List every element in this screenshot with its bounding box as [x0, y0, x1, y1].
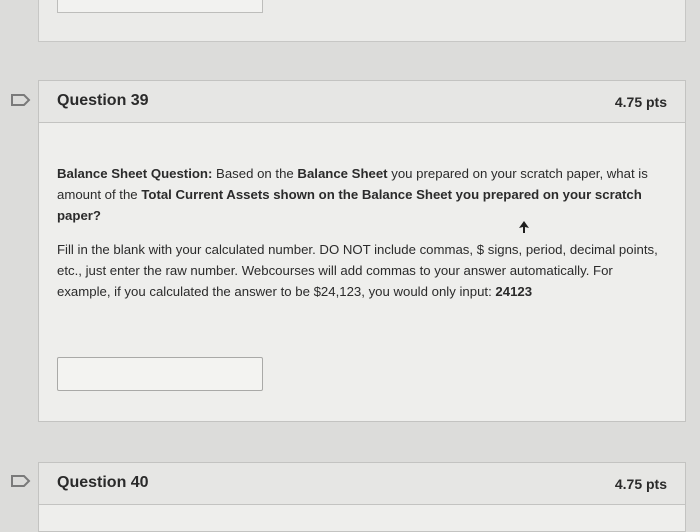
prompt-heading: Balance Sheet Question:	[57, 166, 213, 181]
previous-question-card	[38, 0, 686, 42]
instructions-text: Fill in the blank with your calculated n…	[57, 242, 658, 299]
question-39-title: Question 39	[57, 92, 149, 109]
question-40-card: Question 40 4.75 pts	[38, 462, 686, 532]
question-39-answer-input[interactable]	[57, 357, 263, 391]
question-39-card: Question 39 4.75 pts Balance Sheet Quest…	[38, 80, 686, 422]
question-40-header: Question 40 4.75 pts	[39, 463, 685, 505]
instructions-example-value: 24123	[495, 284, 533, 299]
question-39-prompt: Balance Sheet Question: Based on the Bal…	[57, 163, 667, 226]
flag-outline-icon[interactable]	[10, 93, 32, 107]
question-39-points: 4.75 pts	[614, 94, 667, 110]
question-40-title: Question 40	[57, 474, 149, 491]
prompt-bold-total-current-assets: Total Current Assets shown on the Balanc…	[57, 187, 642, 223]
previous-answer-input[interactable]	[57, 0, 263, 13]
flag-outline-icon[interactable]	[10, 474, 32, 488]
mouse-pointer-icon	[519, 221, 529, 233]
prompt-text-1: Based on the	[212, 166, 298, 181]
question-39-instructions: Fill in the blank with your calculated n…	[57, 239, 667, 302]
prompt-bold-balance-sheet: Balance Sheet	[297, 166, 388, 181]
question-39-header: Question 39 4.75 pts	[39, 81, 685, 123]
question-40-points: 4.75 pts	[614, 476, 667, 492]
